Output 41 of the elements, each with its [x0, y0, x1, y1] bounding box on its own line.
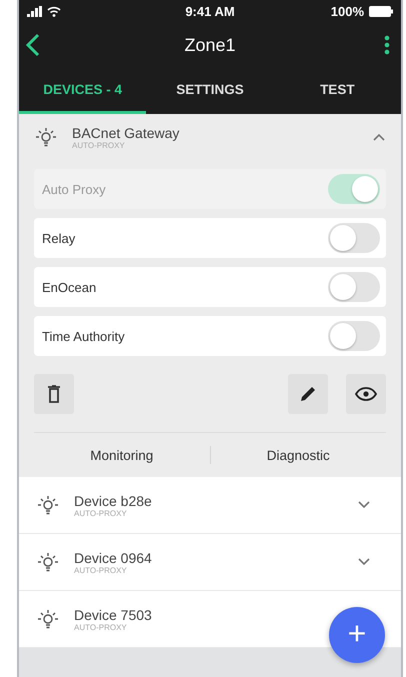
- delete-button[interactable]: [34, 374, 74, 414]
- tab[interactable]: SETTINGS: [146, 68, 274, 114]
- device-subtitle: AUTO-PROXY: [74, 566, 128, 574]
- device-name: Device 7503: [74, 606, 153, 622]
- chevron-down-icon[interactable]: [357, 557, 371, 567]
- toggle-switch[interactable]: [328, 223, 380, 253]
- tab[interactable]: TEST: [274, 68, 401, 114]
- trash-icon: [47, 385, 61, 403]
- toggle-label: Auto Proxy: [42, 182, 106, 196]
- bulb-icon: [36, 608, 60, 630]
- bulb-icon: [36, 494, 60, 516]
- chevron-up-icon[interactable]: [372, 132, 386, 142]
- device-name: Device b28e: [74, 492, 153, 508]
- view-button[interactable]: [346, 374, 386, 414]
- screen-title: Zone1: [184, 34, 236, 56]
- status-time: 9:41 AM: [185, 4, 235, 18]
- back-icon[interactable]: [25, 33, 41, 57]
- device-name: Device 0964: [74, 550, 153, 566]
- chevron-down-icon[interactable]: [357, 500, 371, 510]
- pencil-icon: [299, 385, 317, 403]
- bulb-icon: [36, 551, 60, 573]
- toggle-label: Relay: [42, 230, 76, 246]
- tab-link[interactable]: Monitoring: [34, 446, 210, 464]
- toggle-switch[interactable]: [328, 272, 380, 302]
- signal-icon: [27, 6, 43, 16]
- toggle-label: EnOcean: [42, 280, 96, 294]
- device-name: BACnet Gateway: [72, 124, 180, 140]
- edit-button[interactable]: [288, 374, 328, 414]
- toggle-label: Time Authority: [42, 328, 125, 344]
- device-subtitle: AUTO-PROXY: [74, 508, 128, 518]
- bulb-icon: [34, 126, 58, 148]
- eye-icon: [355, 387, 377, 401]
- battery-percent: 100%: [330, 4, 364, 18]
- battery-icon: [369, 6, 393, 16]
- wifi-icon: [47, 6, 61, 16]
- device-subtitle: AUTO-PROXY: [72, 140, 125, 150]
- toggle-switch[interactable]: [328, 321, 380, 351]
- device-row[interactable]: Device b28e AUTO-PROXY: [19, 477, 401, 534]
- tab-link[interactable]: Diagnostic: [210, 446, 386, 464]
- device-row[interactable]: Device 0964 AUTO-PROXY: [19, 534, 401, 591]
- device-subtitle: AUTO-PROXY: [74, 622, 128, 632]
